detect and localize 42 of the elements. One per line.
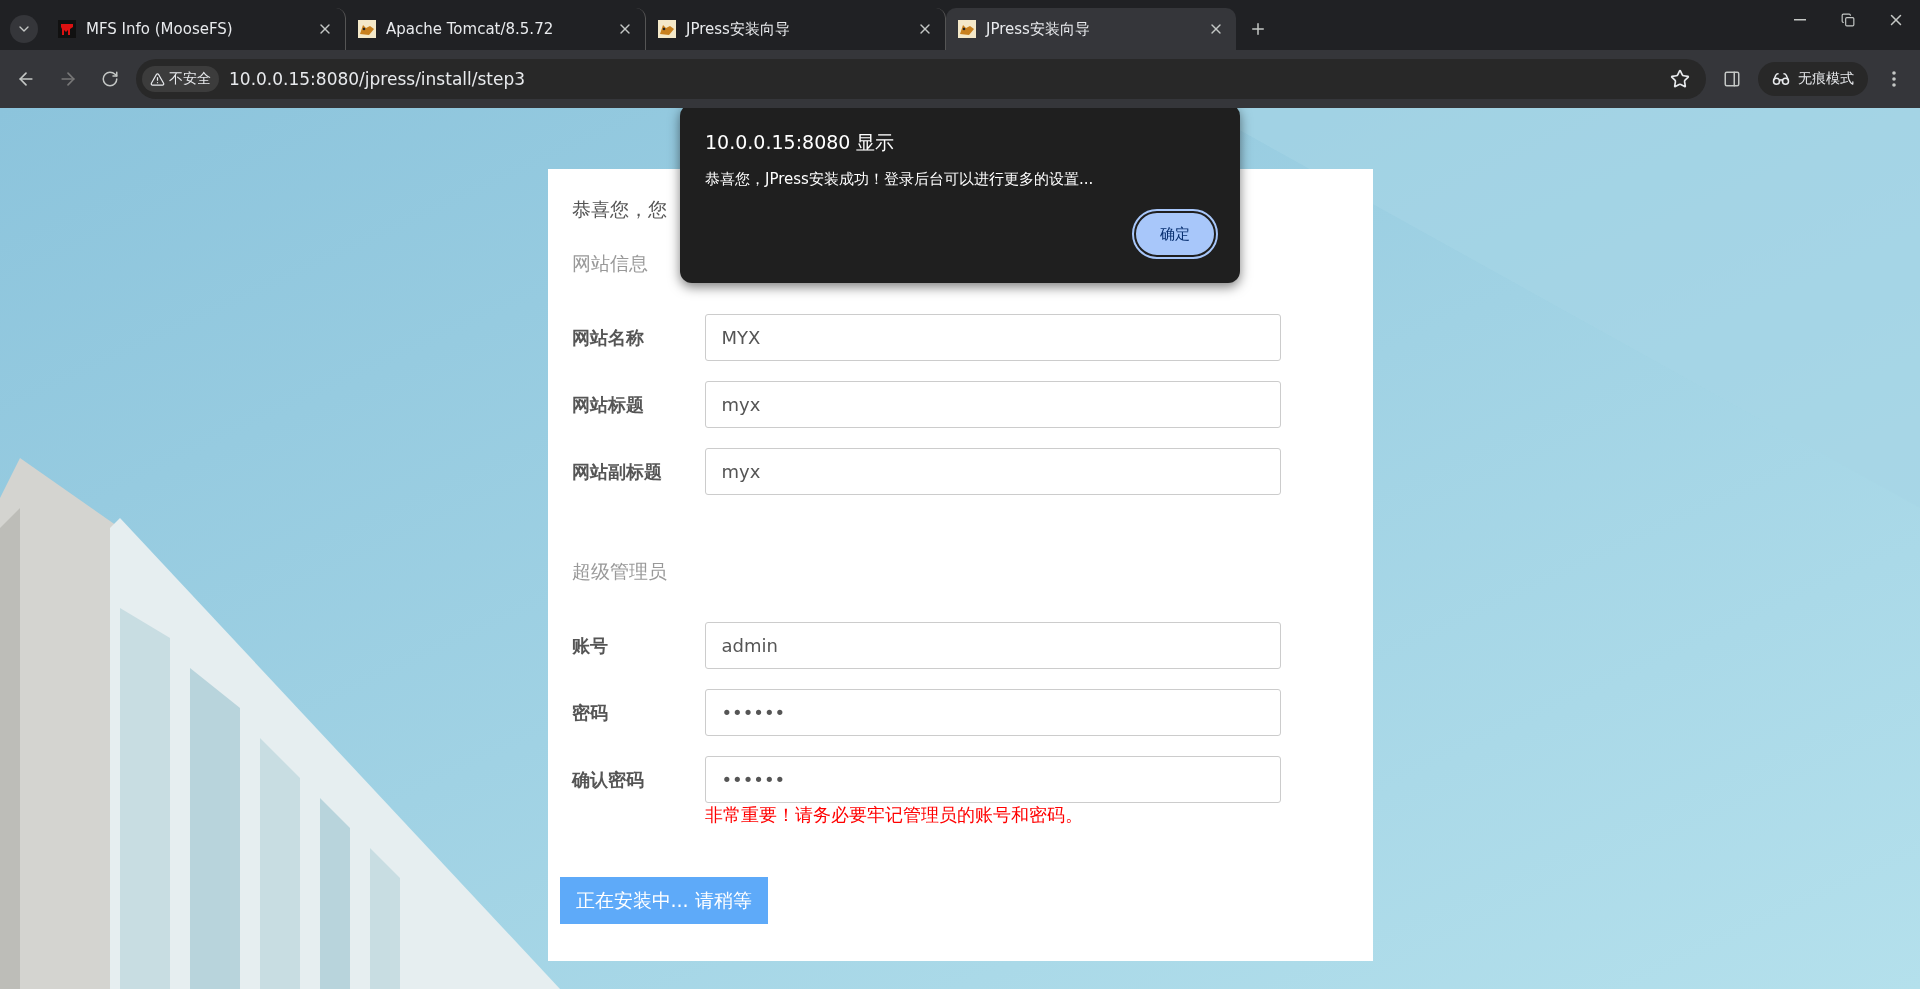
security-chip[interactable]: 不安全 [142, 66, 219, 92]
text-field[interactable]: •••••• [704, 689, 1281, 736]
tab-title: Apache Tomcat/8.5.72 [386, 20, 555, 38]
more-icon [1892, 71, 1896, 87]
favicon-icon [58, 20, 76, 38]
field-label: 确认密码 [571, 767, 645, 792]
tab-title: MFS Info (MooseFS) [86, 20, 234, 38]
field-label: 密码 [571, 700, 609, 725]
browser-tab[interactable]: JPress安装向导 [946, 8, 1236, 50]
field-label: 网站标题 [571, 392, 645, 417]
text-field[interactable]: •••••• [704, 756, 1281, 803]
text-field[interactable]: myx [704, 381, 1281, 428]
tab-title: JPress安装向导 [686, 19, 791, 39]
tab-title: JPress安装向导 [986, 19, 1091, 39]
dialog-message: 恭喜您，JPress安装成功！登录后台可以进行更多的设置... [705, 170, 1095, 189]
warning-text: 非常重要！请务必要牢记管理员的账号和密码。 [704, 803, 1084, 827]
field-label: 账号 [571, 633, 609, 658]
section-title: 超级管理员 [571, 559, 668, 584]
incognito-icon [1772, 70, 1790, 88]
text-field[interactable]: admin [704, 622, 1281, 669]
favicon-icon [358, 20, 376, 38]
minimize-icon [1794, 19, 1806, 21]
text-field[interactable]: MYX [704, 314, 1281, 361]
incognito-button[interactable]: 无痕模式 [1758, 62, 1868, 96]
warning-icon [150, 71, 165, 87]
text-field[interactable]: myx [704, 448, 1281, 495]
field-label: 网站名称 [571, 325, 645, 350]
favicon-icon [658, 20, 676, 38]
side-panel-icon [1723, 70, 1741, 88]
field-label: 网站副标题 [571, 459, 663, 484]
url-text: 10.0.0.15:8080/jpress/install/step3 [229, 69, 527, 89]
intro-text: 恭喜您，您 [571, 197, 668, 222]
address-bar[interactable]: 不安全 10.0.0.15:8080/jpress/install/step3 [136, 59, 1706, 99]
restore-icon [1841, 13, 1855, 27]
section-title: 网站信息 [571, 251, 649, 276]
reload-icon [101, 70, 119, 88]
ok-button[interactable]: 确定 [1134, 211, 1216, 257]
dialog-title: 10.0.0.15:8080 显示 [705, 130, 896, 155]
bookmark-star-icon[interactable] [1670, 69, 1690, 89]
favicon-icon [958, 20, 976, 38]
tab-list-button[interactable] [10, 15, 38, 43]
plus-icon [1249, 20, 1267, 38]
